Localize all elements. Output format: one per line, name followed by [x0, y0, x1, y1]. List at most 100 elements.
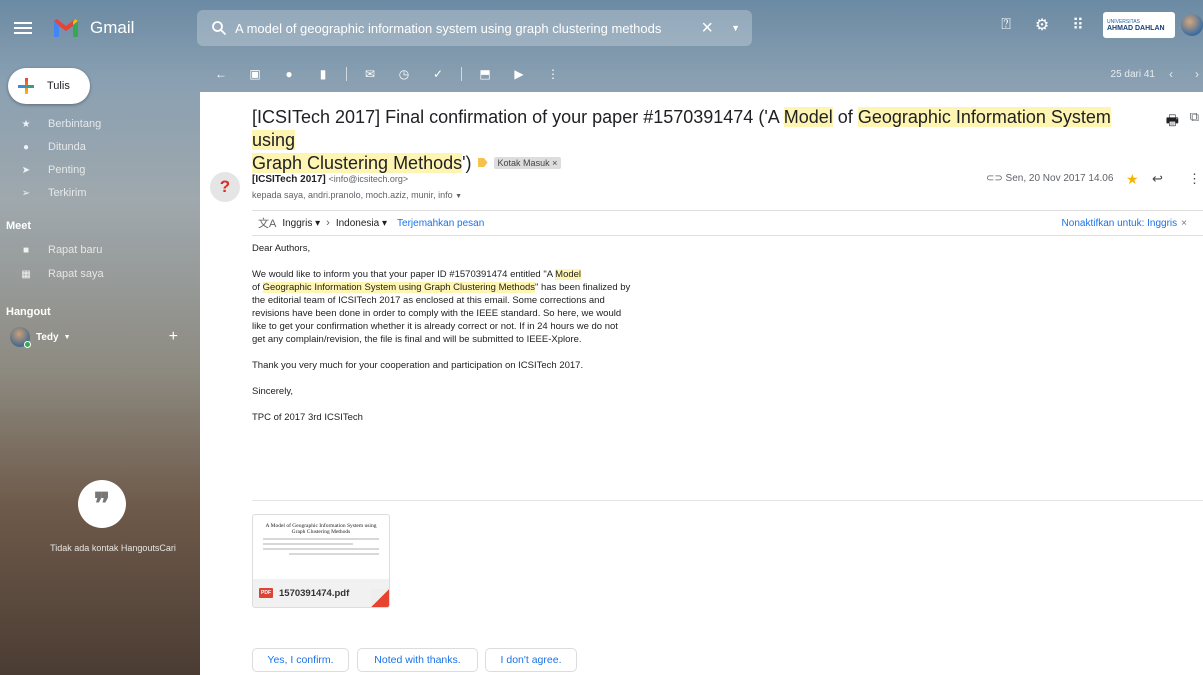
inbox-label-text: Kotak Masuk — [497, 158, 550, 168]
arrow-right-icon: › — [326, 217, 330, 229]
signature: TPC of 2017 3rd ICSITech — [252, 412, 363, 423]
sidebar: Tulis ★ Berbintang ● Ditunda ➤ Penting ➢… — [0, 56, 200, 675]
sidebar-item-starred[interactable]: ★ Berbintang — [0, 113, 200, 135]
recipients-line[interactable]: kepada saya, andri.pranolo, moch.aziz, m… — [252, 190, 462, 200]
settings-icon[interactable]: ⚙ — [1031, 14, 1053, 36]
account-avatar[interactable] — [1181, 14, 1203, 36]
attachment-preview: A Model of Geographic Information System… — [253, 515, 389, 579]
hangout-user-row[interactable]: Tedy ▼ + — [10, 326, 196, 348]
reply-icon[interactable]: ↩ — [1152, 171, 1163, 187]
report-spam-icon[interactable]: ● — [278, 67, 300, 81]
body-text: of — [252, 282, 263, 293]
print-icon[interactable]: 🖶 — [1166, 110, 1179, 134]
email-date-text: Sen, 20 Nov 2017 14.06 — [1005, 173, 1114, 184]
toolbar-divider — [461, 67, 462, 81]
more-vert-icon[interactable]: ⋮ — [1188, 171, 1201, 187]
subject-highlight: Graph Clustering Methods — [252, 153, 463, 173]
body-highlight: Geographic Information System using Grap… — [262, 282, 536, 293]
subject-text: ') — [462, 153, 472, 173]
smart-reply-yes[interactable]: Yes, I confirm. — [252, 648, 349, 672]
org-logo[interactable]: UNIVERSITAS AHMAD DAHLAN — [1103, 12, 1175, 38]
org-logo-name: AHMAD DAHLAN — [1107, 24, 1165, 32]
clock-icon: ● — [22, 141, 30, 153]
smart-reply-disagree[interactable]: I don't agree. — [485, 648, 577, 672]
pagination-count: 25 dari 41 — [1110, 68, 1155, 80]
compose-plus-icon — [18, 78, 34, 94]
archive-icon[interactable]: ▣ — [244, 67, 266, 81]
subject-text: of — [832, 107, 858, 127]
hangouts-quote-icon: ❞ — [78, 480, 126, 528]
newer-chevron-icon[interactable]: ‹ — [1169, 67, 1173, 81]
main-menu-icon[interactable] — [14, 19, 32, 37]
smart-reply-noted[interactable]: Noted with thanks. — [357, 648, 478, 672]
sidebar-item-label: Terkirim — [48, 187, 87, 199]
search-icon — [212, 21, 227, 36]
compose-label: Tulis — [47, 80, 70, 92]
hangout-user-name: Tedy — [36, 331, 59, 343]
back-arrow-icon[interactable]: ← — [210, 67, 232, 81]
label-icon[interactable]: ▶ — [508, 67, 530, 81]
hangout-user-avatar — [10, 327, 31, 348]
sidebar-item-label: Rapat saya — [48, 268, 104, 280]
clear-search-icon[interactable]: × — [701, 17, 713, 40]
add-task-icon[interactable]: ✓ — [427, 67, 449, 81]
snooze-icon[interactable]: ◷ — [393, 67, 415, 81]
help-icon[interactable]: ⍰ — [995, 14, 1017, 36]
no-hangouts-text: Tidak ada kontak HangoutsCari — [50, 543, 176, 553]
gmail-logo[interactable]: Gmail — [52, 17, 134, 39]
target-language-select[interactable]: Indonesia ▾ — [336, 218, 387, 229]
search-input[interactable]: A model of geographic information system… — [235, 21, 701, 36]
toolbar-divider — [346, 67, 347, 81]
inbox-label[interactable]: Kotak Masuk × — [493, 157, 562, 169]
important-icon: ➤ — [21, 164, 31, 176]
add-hangout-icon[interactable]: + — [169, 328, 178, 346]
sidebar-item-important[interactable]: ➤ Penting — [0, 159, 200, 181]
subject-highlight: using — [252, 130, 296, 150]
calendar-icon: ▦ — [21, 268, 31, 280]
delete-icon[interactable]: ▮ — [312, 67, 334, 81]
sidebar-item-my-meetings[interactable]: ▦ Rapat saya — [0, 263, 200, 285]
move-to-icon[interactable]: ⬒ — [474, 67, 496, 81]
hangout-section-title: Hangout — [6, 306, 51, 318]
search-options-icon[interactable]: ▼ — [731, 23, 740, 33]
attachment-filename: 1570391474.pdf — [279, 587, 350, 599]
source-language: Inggris — [282, 217, 313, 229]
older-chevron-icon[interactable]: › — [1195, 67, 1199, 81]
sender-email: <info@icsitech.org> — [328, 174, 409, 184]
subject-highlight: Model — [783, 107, 833, 127]
message-view: [ICSITech 2017] Final confirmation of yo… — [200, 92, 1203, 675]
sender-line: [ICSITech 2017] <info@icsitech.org> — [252, 174, 408, 185]
email-subject: [ICSITech 2017] Final confirmation of yo… — [252, 106, 1122, 175]
sidebar-item-snoozed[interactable]: ● Ditunda — [0, 136, 200, 158]
sidebar-item-new-meeting[interactable]: ■ Rapat baru — [0, 239, 200, 261]
attachment-card[interactable]: A Model of Geographic Information System… — [252, 514, 390, 608]
attachment-corner-fold — [371, 589, 389, 607]
more-options-icon[interactable]: ⋮ — [542, 67, 564, 81]
sidebar-item-label: Penting — [48, 164, 86, 176]
mark-unread-icon[interactable]: ✉ — [359, 67, 381, 81]
source-language-select[interactable]: Inggris ▾ — [282, 218, 320, 229]
target-language: Indonesia — [335, 217, 380, 229]
video-icon: ■ — [22, 244, 30, 256]
open-new-window-icon[interactable]: ⧉ — [1190, 109, 1199, 125]
recipients-text: kepada saya, andri.pranolo, moch.aziz, m… — [252, 190, 453, 200]
gmail-m-icon — [54, 19, 78, 37]
pdf-icon: PDF — [259, 588, 273, 598]
star-icon[interactable]: ★ — [1126, 171, 1139, 188]
close-icon: × — [1181, 217, 1187, 229]
disable-translation-link[interactable]: Nonaktifkan untuk: Inggris × — [1062, 218, 1187, 229]
sender-avatar: ? — [210, 172, 240, 202]
apps-grid-icon[interactable]: ⠿ — [1067, 14, 1089, 36]
meet-section-title: Meet — [6, 220, 32, 232]
chevron-down-icon[interactable]: ▼ — [455, 193, 462, 200]
chevron-down-icon[interactable]: ▼ — [64, 334, 71, 341]
sender-name[interactable]: [ICSITech 2017] — [252, 174, 326, 185]
body-paragraph: We would like to inform you that your pa… — [252, 268, 632, 346]
search-bar[interactable]: A model of geographic information system… — [197, 10, 752, 46]
translate-bar: 文A Inggris ▾ › Indonesia ▾ Terjemahkan p… — [252, 210, 1203, 236]
translate-message-link[interactable]: Terjemahkan pesan — [397, 218, 484, 229]
email-date: ⊂⊃ Sen, 20 Nov 2017 14.06 — [986, 173, 1113, 184]
sidebar-item-sent[interactable]: ➢ Terkirim — [0, 182, 200, 204]
compose-button[interactable]: Tulis — [8, 68, 90, 104]
important-marker-icon[interactable] — [477, 158, 488, 167]
